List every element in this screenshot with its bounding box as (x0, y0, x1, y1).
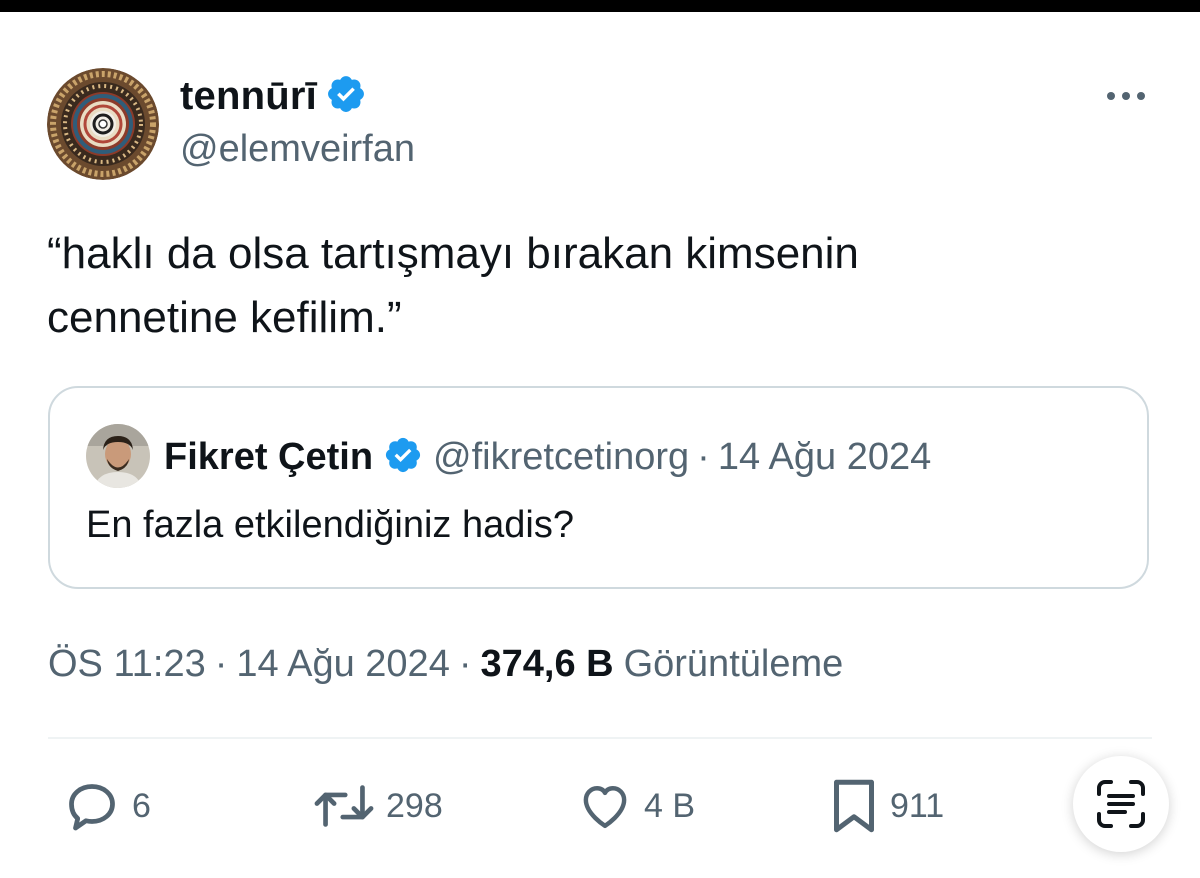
scan-text-icon (1097, 780, 1145, 828)
retweet-button[interactable]: 298 (312, 776, 443, 836)
quoted-author-name[interactable]: Fikret Çetin (164, 436, 373, 479)
tweet-text: “haklı da olsa tartışmayı bırakan kimsen… (47, 222, 1147, 350)
tweet-time[interactable]: ÖS 11:23 (48, 643, 206, 686)
author-name-row[interactable]: tennūrī (180, 71, 367, 121)
verified-badge-icon (325, 73, 367, 120)
text-scan-button[interactable] (1073, 756, 1169, 852)
bookmark-icon (834, 779, 874, 833)
status-bar-edge (0, 0, 1200, 12)
quoted-tweet-date[interactable]: 14 Ağu 2024 (718, 436, 931, 479)
tweet-meta: ÖS 11:23 · 14 Ağu 2024 · 374,6 B Görüntü… (48, 638, 843, 690)
quoted-author-avatar[interactable] (86, 424, 150, 488)
author-name[interactable]: tennūrī (180, 74, 317, 119)
heart-icon (583, 786, 627, 829)
tweet-text-line-1: “haklı da olsa tartışmayı bırakan kimsen… (47, 229, 859, 278)
reply-button[interactable]: 6 (62, 776, 151, 836)
verified-badge-icon (383, 435, 423, 480)
retweet-count: 298 (386, 786, 443, 825)
separator-dot: · (458, 642, 472, 685)
person-avatar-icon (86, 424, 150, 488)
quoted-author-handle[interactable]: @fikretcetinorg (433, 436, 689, 479)
tweet-text-line-2: cennetine kefilim.” (47, 293, 402, 342)
views-label: Görüntüleme (623, 642, 844, 685)
like-button[interactable]: 4 B (576, 776, 695, 836)
ellipsis-icon (1107, 92, 1145, 100)
bookmark-count: 911 (890, 786, 945, 825)
retweet-icon (314, 785, 374, 827)
mandala-avatar-icon (47, 68, 159, 180)
bookmark-button[interactable]: 911 (828, 776, 944, 836)
quoted-tweet-text: En fazla etkilendiğiniz hadis? (86, 504, 574, 546)
like-count: 4 B (644, 786, 696, 825)
author-avatar[interactable] (47, 68, 159, 180)
author-handle[interactable]: @elemveirfan (180, 128, 415, 171)
reply-icon (69, 784, 115, 831)
reply-count: 6 (132, 786, 151, 825)
divider (48, 737, 1152, 739)
separator-dot: · (214, 642, 228, 685)
quoted-tweet-card[interactable]: Fikret Çetin @fikretcetinorg · 14 Ağu 20… (48, 386, 1149, 589)
quoted-tweet-header: Fikret Çetin @fikretcetinorg · 14 Ağu 20… (164, 430, 931, 484)
views-count[interactable]: 374,6 B (480, 643, 613, 686)
tweet-date[interactable]: 14 Ağu 2024 (236, 643, 449, 686)
separator-dot: · (697, 435, 710, 478)
more-options-button[interactable] (1102, 82, 1150, 110)
